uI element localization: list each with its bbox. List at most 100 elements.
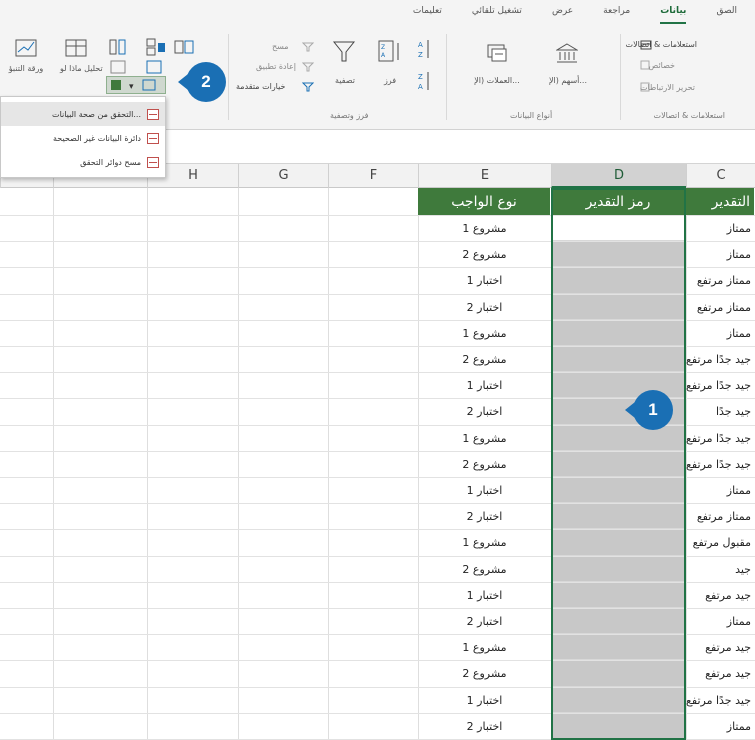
tab-paste[interactable]: الصق	[716, 6, 737, 24]
header-assignment-type[interactable]: نوع الواجب	[418, 188, 551, 215]
reapply-label[interactable]: إعادة تطبيق	[256, 62, 296, 71]
cell-grade[interactable]: ممتاز	[686, 478, 755, 503]
remove-duplicates-icon[interactable]	[174, 38, 194, 56]
cell-grade-code[interactable]	[552, 320, 685, 346]
cell-grade[interactable]: ممتاز	[686, 242, 755, 267]
properties-item[interactable]: خصائص	[649, 61, 675, 70]
cell-grade-code[interactable]	[552, 661, 685, 687]
filter-icon[interactable]	[332, 40, 356, 64]
cell-grade[interactable]: ممتاز	[686, 216, 755, 241]
sort-icon[interactable]: ZA	[378, 40, 402, 66]
whatif-label[interactable]: تحليل ماذا لو	[60, 64, 103, 73]
cell-grade[interactable]: ممتاز مرتفع	[686, 268, 755, 293]
column-header-e[interactable]: E	[418, 164, 551, 188]
forecast-sheet-icon[interactable]	[14, 38, 40, 60]
cell-grade[interactable]: ممتاز مرتفع	[686, 504, 755, 529]
cell-grade-code[interactable]	[552, 242, 685, 268]
sort-az-icon[interactable]: AZ	[418, 38, 432, 60]
cell-grade[interactable]: ممتاز مرتفع	[686, 295, 755, 320]
cell-assignment-type[interactable]: مشروع 2	[418, 661, 551, 686]
cell-grade[interactable]: ممتاز	[686, 609, 755, 634]
cell-assignment-type[interactable]: اختبار 1	[418, 478, 551, 503]
advanced-label[interactable]: خيارات متقدمة	[236, 82, 285, 91]
header-grade[interactable]: التقدير	[686, 188, 755, 215]
cell-grade-code[interactable]	[552, 582, 685, 608]
advanced-filter-icon[interactable]	[302, 82, 314, 92]
sort-label[interactable]: فرز	[376, 76, 404, 85]
cell-grade[interactable]: جيد مرتفع	[686, 661, 755, 686]
cell-grade[interactable]: جيد مرتفع	[686, 583, 755, 608]
cell-assignment-type[interactable]: مشروع 1	[418, 530, 551, 555]
column-header-g[interactable]: G	[238, 164, 328, 188]
cell-assignment-type[interactable]: اختبار 1	[418, 688, 551, 713]
cell-grade-code[interactable]	[552, 504, 685, 530]
cell-grade[interactable]: جيد جدًا مرتفع	[686, 426, 755, 451]
cell-grade-code[interactable]	[552, 687, 685, 713]
cell-grade-code[interactable]	[552, 635, 685, 661]
cell-assignment-type[interactable]: مشروع 1	[418, 426, 551, 451]
cell-grade[interactable]: جيد جدًا	[686, 399, 755, 424]
cell-assignment-type[interactable]: مشروع 2	[418, 557, 551, 582]
cell-grade-code[interactable]	[552, 478, 685, 504]
cell-grade-code[interactable]	[552, 609, 685, 635]
cell-grade[interactable]: ممتاز	[686, 714, 755, 739]
currencies-label[interactable]: العملات (الإ...	[466, 76, 528, 85]
tab-data[interactable]: بيانات	[660, 6, 687, 24]
cell-grade-code[interactable]	[552, 530, 685, 556]
edit-links-item[interactable]: تحرير الارتباطات	[640, 83, 695, 92]
cell-assignment-type[interactable]: مشروع 2	[418, 347, 551, 372]
cell-assignment-type[interactable]: اختبار 1	[418, 583, 551, 608]
queries-connections-item[interactable]: استعلامات & اتصالات	[626, 40, 697, 49]
tab-help[interactable]: تعليمات	[413, 6, 442, 24]
cell-grade[interactable]: جيد مرتفع	[686, 635, 755, 660]
clear-filter-icon[interactable]	[302, 42, 314, 52]
cell-grade-code[interactable]	[552, 451, 685, 477]
cell-grade-code[interactable]	[552, 216, 685, 242]
consolidate-icon[interactable]	[146, 38, 166, 56]
cell-assignment-type[interactable]: اختبار 1	[418, 373, 551, 398]
relationships-icon[interactable]	[146, 60, 162, 74]
cell-assignment-type[interactable]: مشروع 2	[418, 452, 551, 477]
cell-grade-code[interactable]	[552, 294, 685, 320]
menu-item-data-validation[interactable]: التحقق من صحة البيانات...	[1, 102, 165, 126]
currencies-icon[interactable]	[486, 42, 508, 64]
cell-grade[interactable]: جيد جدًا مرتفع	[686, 373, 755, 398]
clear-label[interactable]: مسح	[272, 42, 289, 51]
column-header-c[interactable]: C	[686, 164, 755, 188]
cell-assignment-type[interactable]: مشروع 2	[418, 242, 551, 267]
column-header-d[interactable]: D	[551, 164, 686, 188]
cell-grade-code[interactable]	[552, 425, 685, 451]
cell-grade-code[interactable]	[552, 347, 685, 373]
header-grade-code[interactable]: رمز التقدير	[551, 188, 686, 215]
forecast-label[interactable]: ورقة التنبؤ	[6, 64, 46, 73]
tab-automate[interactable]: تشغيل تلقائي	[472, 6, 522, 24]
cell-grade[interactable]: جيد جدًا مرتفع	[686, 347, 755, 372]
tab-view[interactable]: عرض	[552, 6, 573, 24]
cell-assignment-type[interactable]: مشروع 1	[418, 635, 551, 660]
sort-za-icon[interactable]: ZA	[418, 70, 432, 92]
stocks-icon[interactable]	[556, 42, 578, 64]
cell-assignment-type[interactable]: مشروع 1	[418, 321, 551, 346]
cell-grade[interactable]: جيد جدًا مرتفع	[686, 452, 755, 477]
cell-grade-code[interactable]	[552, 556, 685, 582]
reapply-icon[interactable]	[302, 62, 314, 72]
filter-label[interactable]: تصفية	[330, 76, 360, 85]
cell-assignment-type[interactable]: اختبار 1	[418, 268, 551, 293]
data-validation-button[interactable]: ▾	[106, 76, 166, 94]
stocks-label[interactable]: أسهم (الإ...	[538, 76, 598, 85]
cell-grade-code[interactable]	[552, 268, 685, 294]
tab-review[interactable]: مراجعة	[603, 6, 630, 24]
cell-assignment-type[interactable]: اختبار 2	[418, 714, 551, 739]
whatif-icon[interactable]	[64, 38, 90, 60]
worksheet-grid[interactable]: نوع الواجب رمز التقدير التقدير مشروع 1 مم…	[0, 188, 755, 740]
cell-assignment-type[interactable]: اختبار 2	[418, 399, 551, 424]
cell-grade[interactable]: جيد	[686, 557, 755, 582]
cell-assignment-type[interactable]: اختبار 2	[418, 609, 551, 634]
text-to-columns-icon[interactable]	[108, 38, 128, 58]
cell-assignment-type[interactable]: مشروع 1	[418, 216, 551, 241]
cell-grade-code[interactable]	[552, 713, 685, 739]
cell-grade[interactable]: جيد جدًا مرتفع	[686, 688, 755, 713]
menu-item-circle-invalid-data[interactable]: دائرة البيانات غير الصحيحة	[1, 126, 165, 150]
menu-item-clear-validation-circles[interactable]: مسح دوائر التحقق	[1, 150, 165, 174]
cell-assignment-type[interactable]: اختبار 2	[418, 295, 551, 320]
